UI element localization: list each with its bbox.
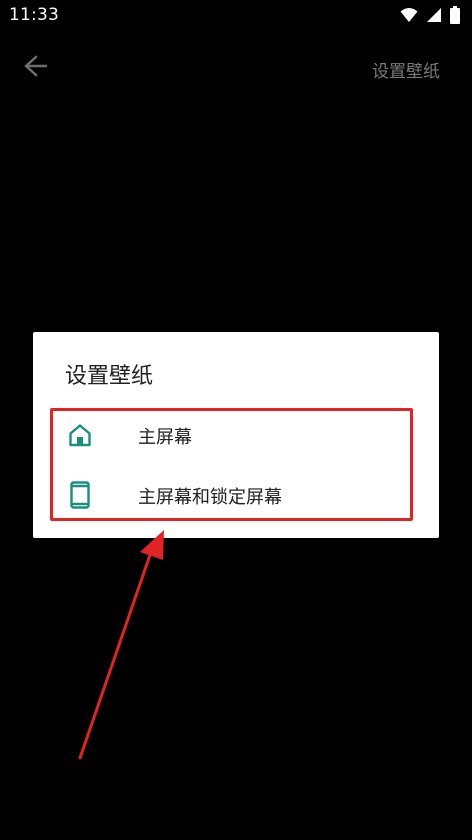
back-button[interactable] (16, 52, 56, 84)
screen: 11:33 设置壁纸 设置壁纸 主屏幕 主屏幕和锁定屏幕 (0, 0, 472, 840)
phone-icon (67, 481, 93, 509)
status-bar: 11:33 (0, 0, 472, 32)
signal-icon (426, 7, 442, 27)
battery-icon (450, 6, 460, 28)
arrow-left-icon (23, 55, 49, 81)
option-home-and-lock-screen-label: 主屏幕和锁定屏幕 (138, 487, 282, 508)
dialog-title: 设置壁纸 (65, 364, 154, 389)
option-home-screen-label: 主屏幕 (138, 427, 192, 448)
home-icon (67, 421, 93, 449)
option-home-and-lock-screen[interactable]: 主屏幕和锁定屏幕 (33, 467, 439, 523)
status-icons (400, 6, 460, 28)
option-home-screen[interactable]: 主屏幕 (33, 407, 439, 463)
app-bar-title[interactable]: 设置壁纸 (372, 57, 440, 82)
set-wallpaper-dialog: 设置壁纸 主屏幕 主屏幕和锁定屏幕 (33, 332, 439, 538)
status-time: 11:33 (9, 5, 59, 25)
app-bar: 设置壁纸 (0, 40, 472, 96)
wifi-icon (400, 7, 418, 27)
